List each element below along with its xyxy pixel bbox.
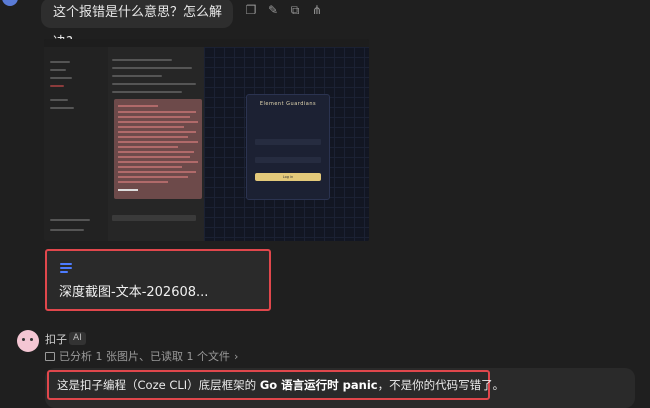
message-actions: ❐ ✎ ⧉ ⋔ [244,3,324,17]
password-field [255,157,321,163]
analysis-text: 已分析 1 张图片、已读取 1 个文件 [59,350,230,363]
answer-suffix: ，不是你的代码写错了。 [377,378,505,392]
edit-icon[interactable]: ✎ [266,3,280,17]
login-title: Element Guardians [259,101,317,107]
bookmark-icon[interactable]: ❐ [244,3,258,17]
user-avatar [2,0,18,6]
chevron-right-icon: › [233,349,239,363]
analysis-summary[interactable]: 已分析 1 张图片、已读取 1 个文件 › [45,348,238,364]
document-icon [60,263,72,273]
email-field [255,139,321,145]
attached-file-card[interactable] [45,249,271,311]
share-icon[interactable]: ⋔ [310,3,324,17]
answer-bold: Go 语言运行时 panic [259,378,378,392]
bot-name: 扣子 [45,333,67,346]
screenshot-titlebar [44,39,369,47]
bot-avatar [17,330,39,352]
screenshot-sidebar [44,47,109,241]
file-name: 深度截图-文本-202608... [59,285,209,300]
user-message-bubble: 这个报错是什么意思？怎么解决? [41,0,233,50]
screenshot-error-log [114,99,202,199]
ai-badge: AI [69,332,86,345]
answer-prefix: 这是扣子编程（Coze CLI）底层框架的 [57,378,260,392]
login-button: Log in [255,173,321,181]
answer-highlight: 这是扣子编程（Coze CLI）底层框架的 Go 语言运行时 panic，不是你… [47,370,504,400]
copy-icon[interactable]: ⧉ [288,3,302,17]
screenshot-login-card: Element Guardians Log in [246,94,330,200]
image-icon [45,351,55,361]
